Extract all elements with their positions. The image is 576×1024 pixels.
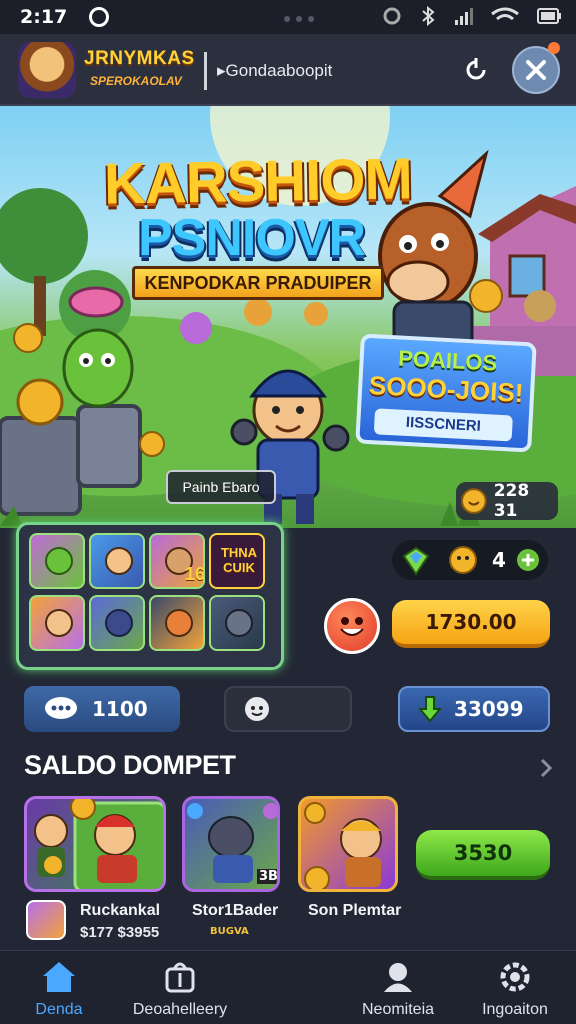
bluetooth-icon xyxy=(422,6,435,26)
stat-chat-value: 1100 xyxy=(92,697,148,721)
item-subtitle: BUGVA xyxy=(210,926,249,937)
item-name: Stor1Bader xyxy=(192,902,279,919)
coin-balance-value: 228 31 xyxy=(493,481,530,521)
page-dots xyxy=(284,16,314,22)
game-tile[interactable] xyxy=(89,595,145,651)
signal-icon xyxy=(455,8,473,25)
bottom-nav: Denda Deoahelleery Neomiteia Ingoaiton xyxy=(0,950,576,1024)
smile-icon xyxy=(340,617,364,636)
close-icon xyxy=(526,60,546,80)
game-tile[interactable] xyxy=(149,595,205,651)
hero-title-secondary: PSNIOVR xyxy=(138,209,366,267)
status-time: 2:17 xyxy=(20,6,68,28)
buy-button[interactable]: 3530 xyxy=(416,830,550,880)
chevron-right-icon[interactable] xyxy=(536,756,556,780)
stat-download[interactable]: 33099 xyxy=(398,686,550,732)
reload-icon[interactable] xyxy=(462,56,490,84)
coin-icon xyxy=(460,488,487,514)
item-card-art xyxy=(34,799,163,889)
promo-button[interactable]: IISSCNERI xyxy=(373,408,513,442)
price-button[interactable]: 1730.00 xyxy=(392,600,550,648)
item-card[interactable] xyxy=(298,796,398,892)
nav-item-denda[interactable]: Denda xyxy=(0,959,124,1019)
item-card-art xyxy=(304,802,382,889)
game-tile[interactable] xyxy=(29,533,85,589)
profile-icon xyxy=(384,963,412,992)
nav-label: Ingoaiton xyxy=(482,1001,548,1018)
item-card[interactable] xyxy=(24,796,166,892)
nav-item-neomiteia[interactable]: Neomiteia xyxy=(333,959,463,1019)
game-tile[interactable]: 16 xyxy=(149,533,205,589)
coin-face-icon xyxy=(449,546,477,574)
game-tile[interactable]: THNA CUIK xyxy=(209,533,265,589)
app-subtitle: SPEROKAOLAV xyxy=(90,74,182,88)
game-tile[interactable] xyxy=(89,533,145,589)
item-price: $177 $3955 xyxy=(80,924,160,941)
nav-label: Neomiteia xyxy=(361,1001,435,1018)
stat-chat[interactable]: 1100 xyxy=(24,686,180,732)
card-tag: 3B xyxy=(257,869,278,884)
gem-icon xyxy=(402,546,430,576)
promo-box[interactable]: POAILOS SOOO-JOIS! IISSCNERI xyxy=(355,333,537,453)
level-value: 4 xyxy=(492,548,506,572)
hero-caption: Painb Ebaro xyxy=(166,470,276,504)
app-name: JRNYMKAS xyxy=(84,48,195,69)
stat-emote[interactable] xyxy=(224,686,352,732)
item-thumbnail[interactable] xyxy=(26,900,66,940)
item-name: Ruckankal xyxy=(80,902,161,919)
nav-label: Denda xyxy=(35,1001,83,1018)
coin-balance-chip: 228 31 xyxy=(456,481,558,521)
emoji-button[interactable] xyxy=(324,598,380,654)
game-tile[interactable] xyxy=(29,595,85,651)
vpn-icon xyxy=(89,7,110,27)
chat-bubble-icon xyxy=(45,697,77,719)
bag-icon xyxy=(165,962,195,993)
nav-item-deoahelleery[interactable]: Deoahelleery xyxy=(115,959,245,1019)
alarm-icon xyxy=(383,7,401,25)
status-bar: 2:17 xyxy=(0,0,576,34)
notification-dot xyxy=(548,42,560,54)
item-name: Son Plemtar xyxy=(308,902,402,919)
item-card[interactable]: 3B xyxy=(182,796,280,892)
nav-item-ingoaiton[interactable]: Ingoaiton xyxy=(450,959,576,1019)
settings-icon xyxy=(500,962,530,992)
home-icon xyxy=(43,962,75,992)
tile-number: 16 xyxy=(184,564,205,584)
app-logo[interactable] xyxy=(18,42,76,98)
stat-download-value: 33099 xyxy=(454,697,524,721)
tile-title: THNA CUIK xyxy=(220,545,258,575)
hero-banner[interactable]: KARSHIOM PSNIOVR KENPODKAR PRADUIPER POA… xyxy=(0,106,576,528)
hero-ribbon: KENPODKAR PRADUIPER xyxy=(132,266,384,300)
top-bar: JRNYMKAS SPEROKAOLAV ▸Gondaaboopit xyxy=(0,34,576,106)
wifi-icon xyxy=(491,7,519,21)
face-icon xyxy=(245,697,269,721)
section-title: SALDO DOMPET xyxy=(24,750,236,780)
url-field[interactable]: ▸Gondaaboopit xyxy=(204,52,494,90)
hero-title: KARSHIOM xyxy=(103,146,413,217)
download-arrow-icon xyxy=(418,696,442,723)
nav-label: Deoahelleery xyxy=(132,1001,228,1018)
game-tile[interactable] xyxy=(209,595,265,651)
battery-icon xyxy=(537,8,561,24)
plus-icon[interactable] xyxy=(516,548,540,572)
game-panel: 16 THNA CUIK xyxy=(16,522,284,670)
